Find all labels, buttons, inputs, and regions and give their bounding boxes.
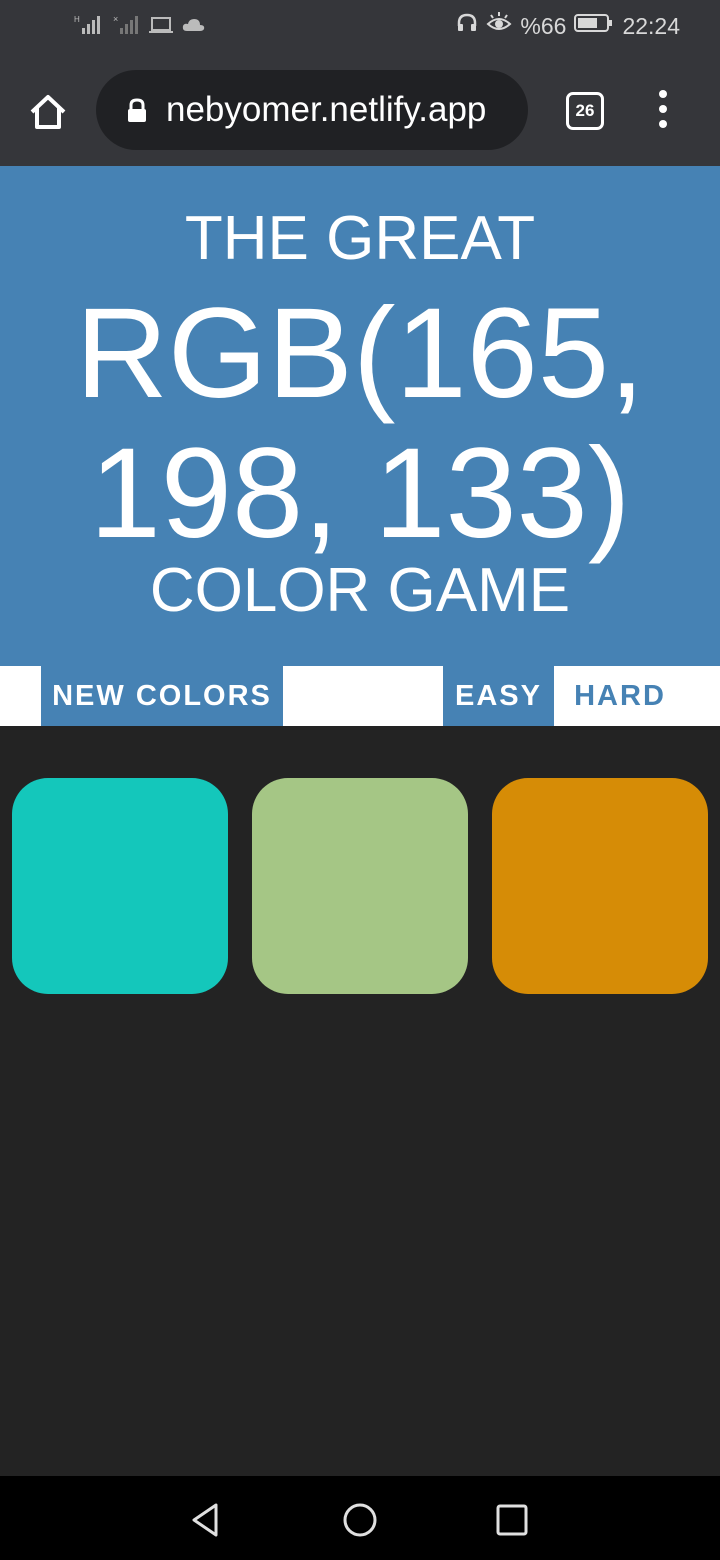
clock: 22:24 bbox=[622, 12, 680, 39]
rgb-display: RGB(165, 198, 133) bbox=[0, 284, 720, 564]
home-nav-button[interactable] bbox=[340, 1500, 380, 1540]
battery-percent: %66 bbox=[520, 12, 567, 39]
address-bar[interactable]: nebyomer.netlify.app bbox=[96, 70, 528, 150]
eye-comfort-icon bbox=[486, 12, 512, 40]
message-display bbox=[283, 666, 443, 726]
tab-switcher-button[interactable]: 26 bbox=[566, 92, 604, 130]
home-circle-icon bbox=[343, 1503, 377, 1537]
menu-dot-icon bbox=[659, 90, 667, 98]
back-button[interactable] bbox=[186, 1500, 226, 1540]
new-colors-button[interactable]: NEW COLORS bbox=[41, 666, 283, 726]
game-header: THE GREAT RGB(165, 198, 133) COLOR GAME bbox=[0, 166, 720, 666]
home-button[interactable] bbox=[28, 92, 68, 132]
headphones-icon bbox=[456, 12, 478, 40]
battery-icon bbox=[574, 12, 614, 40]
system-nav-bar bbox=[0, 1476, 720, 1560]
color-square[interactable] bbox=[12, 778, 228, 994]
color-square[interactable] bbox=[492, 778, 708, 994]
signal-no-service-icon: × bbox=[112, 14, 140, 41]
home-icon bbox=[30, 95, 66, 129]
overflow-menu-button[interactable] bbox=[650, 90, 676, 134]
signal-icon: H bbox=[72, 14, 104, 41]
rgb-line-1: RGB(165, bbox=[75, 282, 645, 425]
recents-square-icon bbox=[496, 1504, 528, 1536]
svg-text:×: × bbox=[113, 14, 118, 24]
title-top: THE GREAT bbox=[184, 204, 536, 273]
laptop-icon bbox=[148, 15, 174, 40]
color-square[interactable] bbox=[252, 778, 468, 994]
easy-mode-button[interactable]: EASY bbox=[443, 666, 554, 726]
recents-button[interactable] bbox=[492, 1500, 532, 1540]
status-bar: H × %66 22:24 bbox=[0, 0, 720, 56]
svg-text:H: H bbox=[74, 15, 80, 24]
menu-dot-icon bbox=[659, 120, 667, 128]
rgb-line-2: 198, 133) bbox=[89, 422, 631, 565]
controls-stripe: NEW COLORS EASY HARD bbox=[0, 666, 720, 726]
status-icons-right: %66 22:24 bbox=[456, 12, 680, 40]
status-icons-left: H × bbox=[72, 14, 206, 41]
url-text: nebyomer.netlify.app bbox=[166, 90, 487, 129]
browser-toolbar: nebyomer.netlify.app 26 bbox=[0, 56, 720, 166]
title-bottom: COLOR GAME bbox=[149, 556, 571, 625]
hard-mode-button[interactable]: HARD bbox=[554, 666, 686, 726]
menu-dot-icon bbox=[659, 105, 667, 113]
cloud-icon bbox=[182, 16, 206, 39]
lock-icon bbox=[126, 98, 148, 129]
back-triangle-icon bbox=[192, 1503, 218, 1537]
